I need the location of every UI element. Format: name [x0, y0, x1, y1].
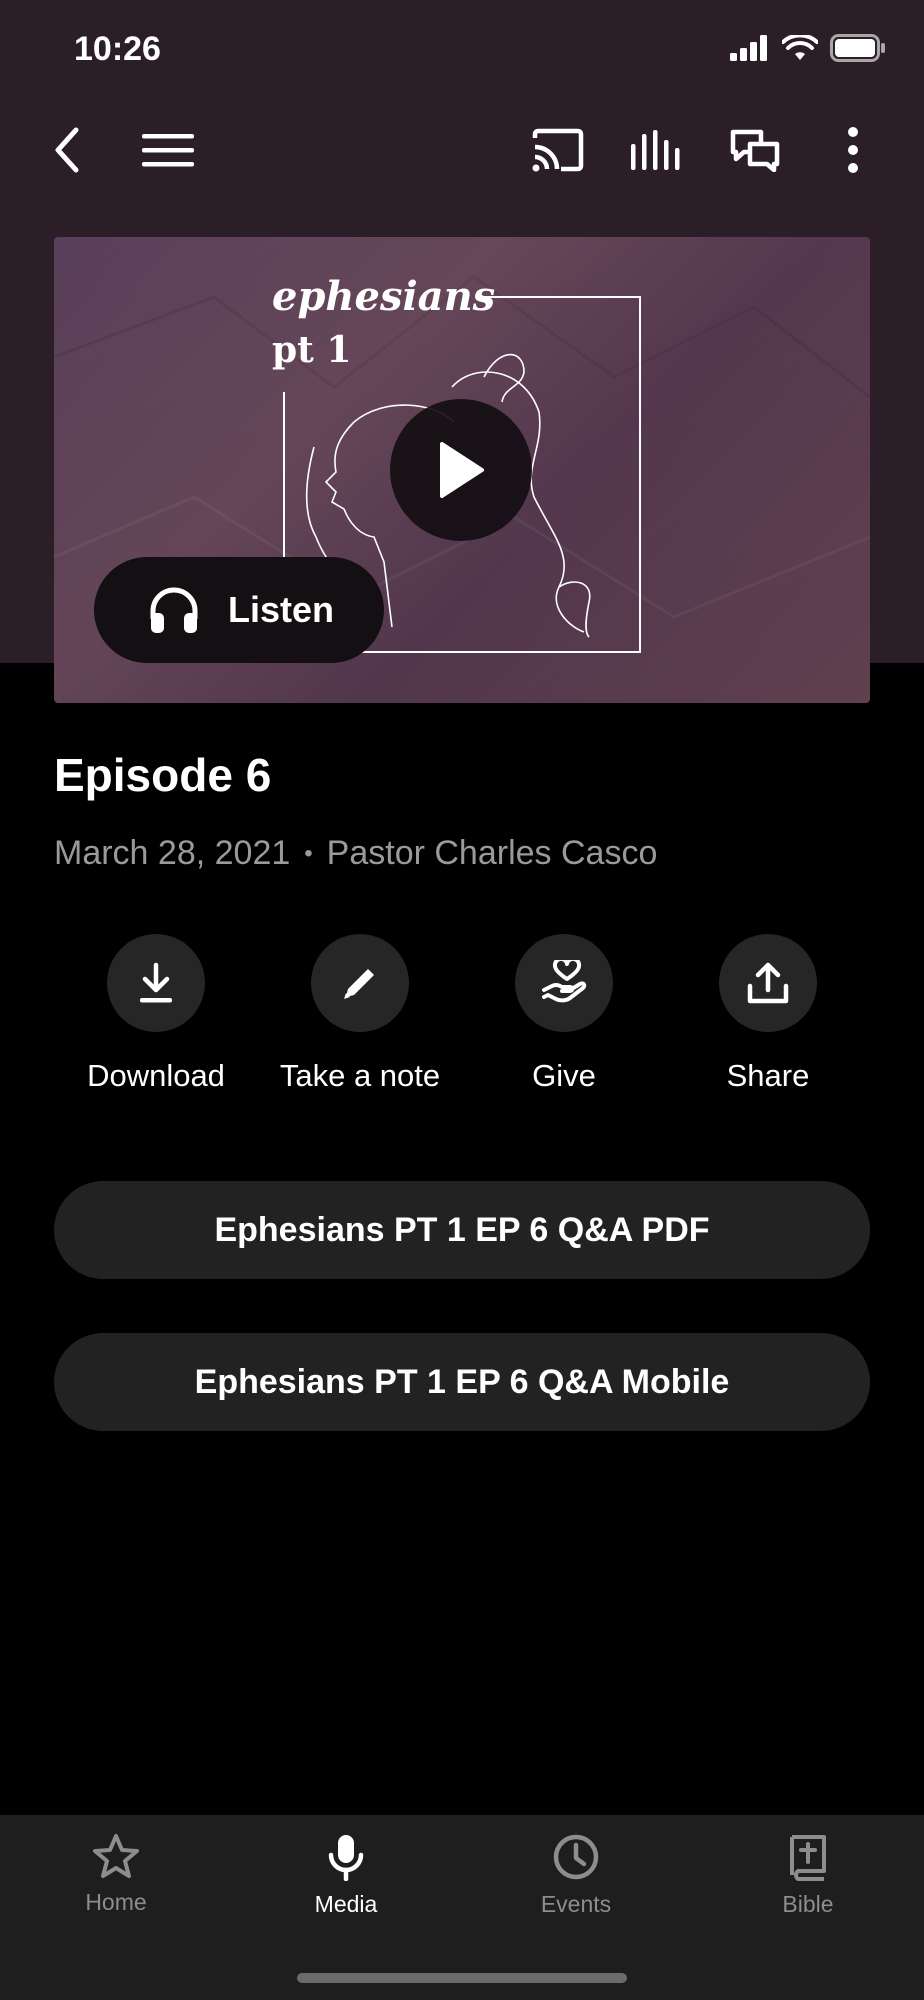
- listen-label: Listen: [228, 589, 335, 630]
- tab-events[interactable]: Events: [476, 1833, 676, 1918]
- qa-pdf-button[interactable]: Ephesians PT 1 EP 6 Q&A PDF: [54, 1181, 870, 1279]
- status-icons: [730, 34, 886, 62]
- top-nav-bar: [0, 110, 924, 190]
- back-button[interactable]: [28, 110, 108, 190]
- headphones-icon: [150, 587, 198, 633]
- microphone-icon: [328, 1835, 364, 1881]
- listen-button[interactable]: Listen: [94, 557, 384, 663]
- tab-home-label: Home: [85, 1889, 147, 1915]
- share-action[interactable]: Share: [666, 934, 870, 1094]
- take-note-action[interactable]: Take a note: [258, 934, 462, 1094]
- meta-separator: •: [304, 839, 313, 867]
- chat-button[interactable]: [715, 110, 795, 190]
- tab-events-label: Events: [540, 1891, 612, 1917]
- give-hand-heart-icon: [542, 960, 587, 1003]
- bible-icon: [790, 1835, 826, 1881]
- tab-bible[interactable]: Bible: [708, 1833, 908, 1918]
- series-subtitle: pt 1: [272, 329, 352, 371]
- take-note-label: Take a note: [279, 1058, 441, 1093]
- episode-title: Episode 6: [54, 749, 272, 801]
- tab-home[interactable]: Home: [16, 1833, 216, 1916]
- download-icon: [140, 962, 172, 1003]
- menu-button[interactable]: [128, 110, 208, 190]
- chat-bubbles-icon: [730, 129, 780, 172]
- share-button[interactable]: [719, 934, 817, 1032]
- download-label: Download: [87, 1058, 225, 1093]
- clock-icon: [553, 1834, 599, 1880]
- episode-meta: March 28, 2021 • Pastor Charles Casco: [54, 834, 657, 873]
- play-button[interactable]: [390, 399, 532, 541]
- equalizer-button[interactable]: [617, 110, 697, 190]
- give-label: Give: [532, 1058, 596, 1093]
- cast-button[interactable]: [518, 110, 598, 190]
- give-button[interactable]: [515, 934, 613, 1032]
- play-icon: [440, 442, 484, 498]
- equalizer-bars-icon: [631, 130, 680, 170]
- home-indicator: [297, 1973, 627, 1983]
- chevron-left-icon: [55, 127, 79, 173]
- action-row: Download Take a note Give Share: [54, 934, 870, 1094]
- give-action[interactable]: Give: [462, 934, 666, 1094]
- episode-speaker: Pastor Charles Casco: [326, 834, 658, 872]
- wifi-icon: [782, 35, 818, 60]
- star-icon: [93, 1834, 139, 1878]
- more-options-button[interactable]: [813, 110, 893, 190]
- status-bar: 10:26: [0, 0, 924, 100]
- series-title: ephesians: [272, 273, 496, 320]
- qa-mobile-button[interactable]: Ephesians PT 1 EP 6 Q&A Mobile: [54, 1333, 870, 1431]
- cast-icon: [532, 128, 584, 172]
- episode-date: March 28, 2021: [54, 834, 291, 872]
- tab-media[interactable]: Media: [246, 1833, 446, 1918]
- status-time: 10:26: [74, 30, 161, 68]
- download-action[interactable]: Download: [54, 934, 258, 1094]
- tab-media-label: Media: [314, 1891, 378, 1917]
- take-note-button[interactable]: [311, 934, 409, 1032]
- cellular-signal-icon: [730, 35, 767, 61]
- download-button[interactable]: [107, 934, 205, 1032]
- hamburger-menu-icon: [142, 134, 194, 167]
- share-icon: [747, 962, 789, 1004]
- battery-icon: [830, 34, 885, 62]
- pencil-icon: [344, 969, 374, 999]
- more-vertical-icon: [848, 127, 858, 173]
- tab-bible-label: Bible: [782, 1891, 834, 1917]
- share-label: Share: [726, 1058, 810, 1093]
